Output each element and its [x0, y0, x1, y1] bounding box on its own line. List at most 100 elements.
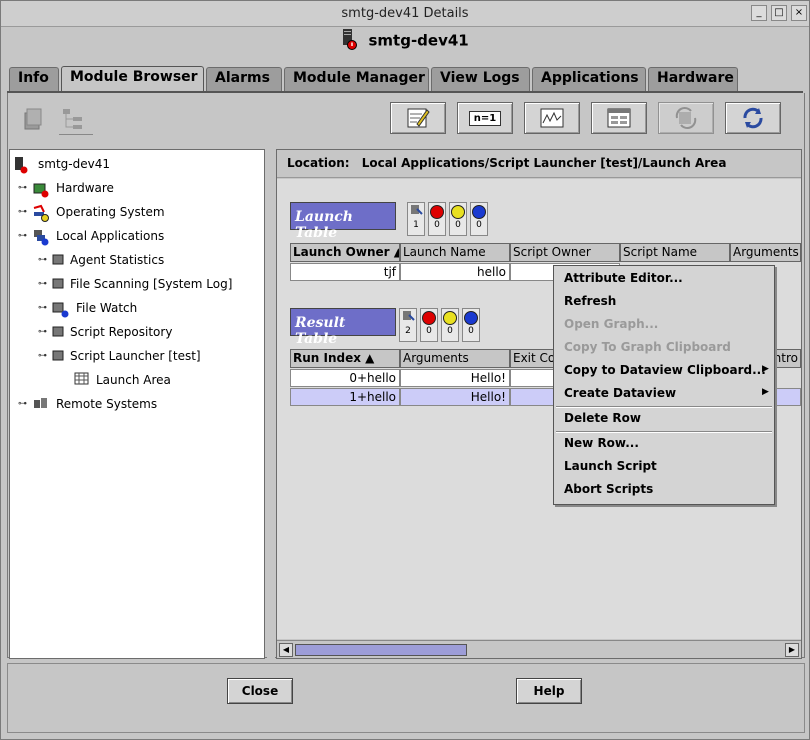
hierarchy-icon[interactable]: [59, 105, 93, 135]
menu-item-copy-to-dataview-clipboard[interactable]: Copy to Dataview Clipboard... ▶: [564, 363, 774, 385]
menu-item-delete-row[interactable]: Delete Row: [564, 411, 641, 433]
tab-alarms[interactable]: Alarms: [206, 67, 282, 91]
info-icon: [464, 311, 478, 325]
edit-attributes-icon: [407, 108, 430, 128]
help-button[interactable]: Help: [516, 678, 582, 704]
refresh-button[interactable]: [725, 102, 781, 134]
module-icon: [52, 324, 66, 340]
location-label: Location:: [287, 156, 350, 170]
menu-item-create-dataview[interactable]: Create Dataview ▶: [564, 386, 774, 408]
tree-item-label: Local Applications: [56, 229, 165, 243]
scroll-left-icon[interactable]: ◀: [279, 643, 293, 657]
tab-view-logs[interactable]: View Logs: [431, 67, 530, 91]
tab-module-browser[interactable]: Module Browser: [61, 66, 204, 92]
column-header-arguments[interactable]: Arguments: [400, 349, 510, 368]
tree-item-launch-area[interactable]: Launch Area: [74, 369, 171, 391]
tree-item-operating-system[interactable]: ⊶ Operating System: [18, 201, 165, 223]
tree-item-agent-statistics[interactable]: ⊶ Agent Statistics: [38, 249, 164, 271]
menu-item-attribute-editor[interactable]: Attribute Editor...: [564, 271, 683, 293]
launch-table-title: Launch Table: [290, 202, 396, 241]
title-bar[interactable]: smtg-dev41 Details _ □ ×: [1, 1, 809, 27]
module-icon: [52, 252, 66, 268]
scroll-thumb[interactable]: [295, 644, 467, 656]
tab-info[interactable]: Info: [9, 67, 59, 91]
column-header-launch-owner[interactable]: Launch Owner ▲: [290, 243, 400, 262]
horizontal-scrollbar[interactable]: ◀ ▶: [277, 640, 801, 658]
tree-item-label: Agent Statistics: [70, 253, 165, 267]
location-bar: Location: Local Applications/Script Laun…: [277, 150, 801, 178]
table-cell[interactable]: hello: [400, 263, 510, 281]
collapse-icon[interactable]: ⊶: [38, 351, 52, 361]
column-header-arguments[interactable]: Arguments: [730, 243, 801, 262]
menu-item-launch-script[interactable]: Launch Script: [564, 459, 657, 481]
tree-item-local-applications[interactable]: ⊶ Local Applications: [18, 225, 164, 247]
refresh-icon: [743, 107, 763, 129]
menu-item-copy-to-graph-clipboard[interactable]: Copy To Graph Clipboard: [564, 340, 731, 362]
column-header-launch-name[interactable]: Launch Name: [400, 243, 510, 262]
menu-item-new-row[interactable]: New Row...: [564, 436, 639, 458]
menu-separator: [556, 431, 772, 433]
result-table-title: Result Table: [290, 308, 396, 347]
server-add-icon[interactable]: [17, 105, 47, 133]
tab-module-manager[interactable]: Module Manager: [284, 67, 429, 91]
table-cell[interactable]: 1+hello: [290, 388, 400, 406]
tree-item-label: Remote Systems: [56, 397, 158, 411]
n-equals-1-button[interactable]: n=1: [457, 102, 513, 134]
launch-table-info-indicator: 0: [470, 202, 488, 236]
context-menu: Attribute Editor... Refresh Open Graph..…: [553, 265, 775, 505]
expand-icon[interactable]: ⊶: [18, 207, 32, 217]
cycle-button[interactable]: [658, 102, 714, 134]
tree-item-label: Script Launcher [test]: [70, 349, 201, 363]
column-header-script-owner[interactable]: Script Owner: [510, 243, 620, 262]
tab-applications[interactable]: Applications: [532, 67, 646, 91]
button-bar: [7, 663, 805, 733]
expand-icon[interactable]: ⊶: [38, 327, 52, 337]
pane-splitter[interactable]: [267, 149, 275, 659]
expand-icon[interactable]: ⊶: [18, 399, 32, 409]
tree-root[interactable]: smtg-dev41: [14, 153, 110, 175]
tree-item-file-scanning[interactable]: ⊶ File Scanning [System Log]: [38, 273, 232, 295]
table-cell[interactable]: tjf: [290, 263, 400, 281]
tree-item-file-watch[interactable]: ⊶ File Watch: [38, 297, 137, 319]
tree-item-hardware[interactable]: ⊶ Hardware: [18, 177, 114, 199]
expand-icon[interactable]: ⊶: [18, 183, 32, 193]
n-equals-1-icon: n=1: [468, 110, 502, 126]
info-icon: [472, 205, 486, 219]
location-path: Local Applications/Script Launcher [test…: [361, 156, 727, 170]
scroll-right-icon[interactable]: ▶: [785, 643, 799, 657]
remote-icon: [32, 396, 50, 412]
collapse-icon[interactable]: ⊶: [18, 231, 32, 241]
menu-item-open-graph[interactable]: Open Graph...: [564, 317, 658, 339]
table-cell[interactable]: Hello!: [400, 369, 510, 387]
expand-icon[interactable]: ⊶: [38, 303, 52, 313]
tab-hardware[interactable]: Hardware: [648, 67, 738, 91]
close-window-button[interactable]: ×: [791, 5, 807, 21]
menu-item-abort-scripts[interactable]: Abort Scripts: [564, 482, 653, 504]
tree-item-script-repository[interactable]: ⊶ Script Repository: [38, 321, 172, 343]
column-header-script-name[interactable]: Script Name: [620, 243, 730, 262]
expand-icon[interactable]: ⊶: [38, 279, 52, 289]
graph-button[interactable]: [524, 102, 580, 134]
module-tree: smtg-dev41 ⊶ Hardware ⊶ Operating System…: [9, 149, 265, 659]
tree-item-remote-systems[interactable]: ⊶ Remote Systems: [18, 393, 157, 415]
column-header-run-index[interactable]: Run Index ▲: [290, 349, 400, 368]
table-cell[interactable]: 0+hello: [290, 369, 400, 387]
expand-icon[interactable]: ⊶: [38, 255, 52, 265]
close-button[interactable]: Close: [227, 678, 293, 704]
result-table-critical-indicator: 0: [420, 308, 438, 342]
host-name: smtg-dev41: [368, 31, 469, 50]
minimize-button[interactable]: _: [751, 5, 767, 21]
submenu-arrow-icon: ▶: [762, 364, 769, 374]
menu-item-refresh[interactable]: Refresh: [564, 294, 616, 316]
tree-item-script-launcher[interactable]: ⊶ Script Launcher [test]: [38, 345, 201, 367]
module-icon: [52, 300, 70, 318]
table-cell[interactable]: Hello!: [400, 388, 510, 406]
module-icon: [52, 348, 66, 364]
tree-item-label: Hardware: [56, 181, 114, 195]
dataview-button[interactable]: [591, 102, 647, 134]
result-table-rows-indicator: 2: [399, 308, 417, 342]
maximize-button[interactable]: □: [771, 5, 787, 21]
tree-item-label: File Watch: [76, 301, 138, 315]
edit-attributes-button[interactable]: [390, 102, 446, 134]
launch-table-rows-indicator: 1: [407, 202, 425, 236]
